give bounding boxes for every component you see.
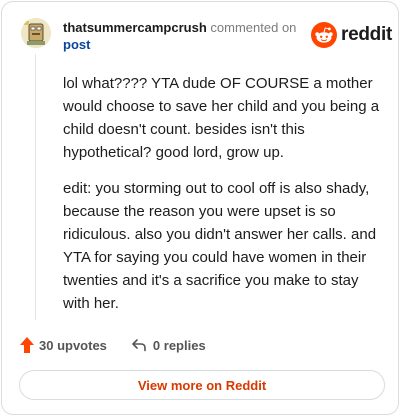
reddit-logo[interactable]: reddit (311, 22, 392, 48)
view-more-on-reddit-button[interactable]: View more on Reddit (19, 370, 385, 400)
reply-button[interactable]: 0 replies (131, 338, 206, 353)
upvote-button[interactable]: 30 upvotes (19, 336, 107, 354)
comment-body: lol what???? YTA dude OF COURSE a mother… (63, 72, 383, 328)
upvote-count: 30 upvotes (39, 337, 107, 353)
upvote-arrow-icon (20, 337, 34, 353)
reddit-wordmark: reddit (341, 24, 392, 45)
avatar[interactable] (21, 18, 51, 48)
thread-line (35, 54, 36, 320)
comment-paragraph: lol what???? YTA dude OF COURSE a mother… (63, 75, 380, 161)
reply-arrow-icon (132, 339, 146, 352)
comment-header: thatsummercampcrush commented on post (63, 19, 303, 53)
comment-action-text: commented on (210, 20, 297, 35)
comment-footer: 30 upvotes 0 replies (19, 334, 206, 356)
reply-count: 0 replies (152, 337, 206, 353)
username-link[interactable]: thatsummercampcrush (63, 20, 207, 35)
reddit-snoo-icon (311, 22, 337, 48)
post-link[interactable]: post (63, 36, 303, 53)
embedded-comment-card: thatsummercampcrush commented on post re… (1, 1, 399, 415)
comment-paragraph: edit: you storming out to cool off is al… (63, 180, 377, 312)
